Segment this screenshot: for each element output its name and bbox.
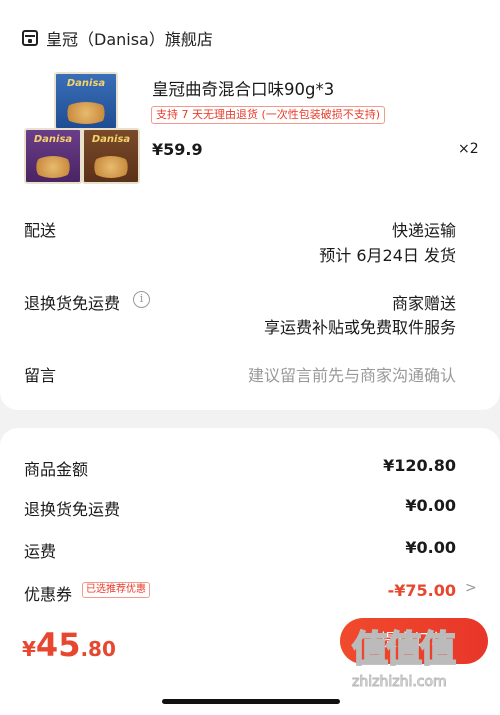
price-summary-card: 商品金额 ¥120.80 退换货免运费 ¥0.00 运费 ¥0.00 优惠券 -… bbox=[0, 428, 500, 618]
product-price: ¥59.9 bbox=[152, 140, 203, 159]
store-icon bbox=[22, 30, 38, 46]
product-quantity: ×2 bbox=[458, 141, 479, 157]
return-fee-label: 退换货免运费 bbox=[24, 500, 121, 519]
coupon-label: 优惠券 bbox=[24, 585, 73, 604]
delivery-eta: 预计 6月24日 发货 bbox=[319, 246, 456, 265]
total-price: ¥45.80 bbox=[22, 626, 116, 664]
info-icon[interactable]: i bbox=[133, 291, 150, 308]
shop-header[interactable]: 皇冠（Danisa）旗舰店 bbox=[22, 26, 213, 50]
return-fee-value: ¥0.00 bbox=[405, 496, 456, 515]
cookie-box-brown: Danisa bbox=[82, 128, 140, 184]
home-indicator[interactable] bbox=[162, 699, 340, 704]
return-insurance-description: 享运费补贴或免费取件服务 bbox=[263, 318, 456, 337]
goods-amount-label: 商品金额 bbox=[24, 460, 89, 479]
goods-amount-value: ¥120.80 bbox=[383, 456, 456, 475]
delivery-label: 配送 bbox=[24, 221, 57, 240]
cookie-box-blue: Danisa bbox=[54, 72, 118, 130]
order-card: 皇冠（Danisa）旗舰店 Danisa Danisa Danisa 皇冠曲奇混… bbox=[0, 0, 500, 410]
coupon-selected-badge: 已选推荐优惠 bbox=[82, 582, 150, 598]
watermark: 值值值 zhizhizhi.com bbox=[351, 628, 457, 691]
return-insurance-label: 退换货免运费 bbox=[24, 294, 121, 313]
product-title[interactable]: 皇冠曲奇混合口味90g*3 bbox=[152, 76, 334, 100]
message-label: 留言 bbox=[24, 366, 57, 385]
coupon-value[interactable]: -¥75.00 bbox=[388, 581, 456, 600]
return-insurance-provider: 商家赠送 bbox=[391, 294, 456, 313]
product-image[interactable]: Danisa Danisa Danisa bbox=[24, 72, 142, 190]
return-policy-badge: 支持 7 天无理由退货 (一次性包装破损不支持) bbox=[151, 106, 386, 124]
message-input[interactable]: 建议留言前先与商家沟通确认 bbox=[248, 362, 456, 386]
delivery-method[interactable]: 快递运输 bbox=[392, 217, 456, 241]
shipping-label: 运费 bbox=[24, 542, 57, 561]
cookie-box-purple: Danisa bbox=[24, 128, 82, 184]
shipping-value: ¥0.00 bbox=[405, 538, 456, 557]
shop-name: 皇冠（Danisa）旗舰店 bbox=[46, 30, 213, 49]
chevron-right-icon[interactable]: > bbox=[465, 580, 477, 596]
